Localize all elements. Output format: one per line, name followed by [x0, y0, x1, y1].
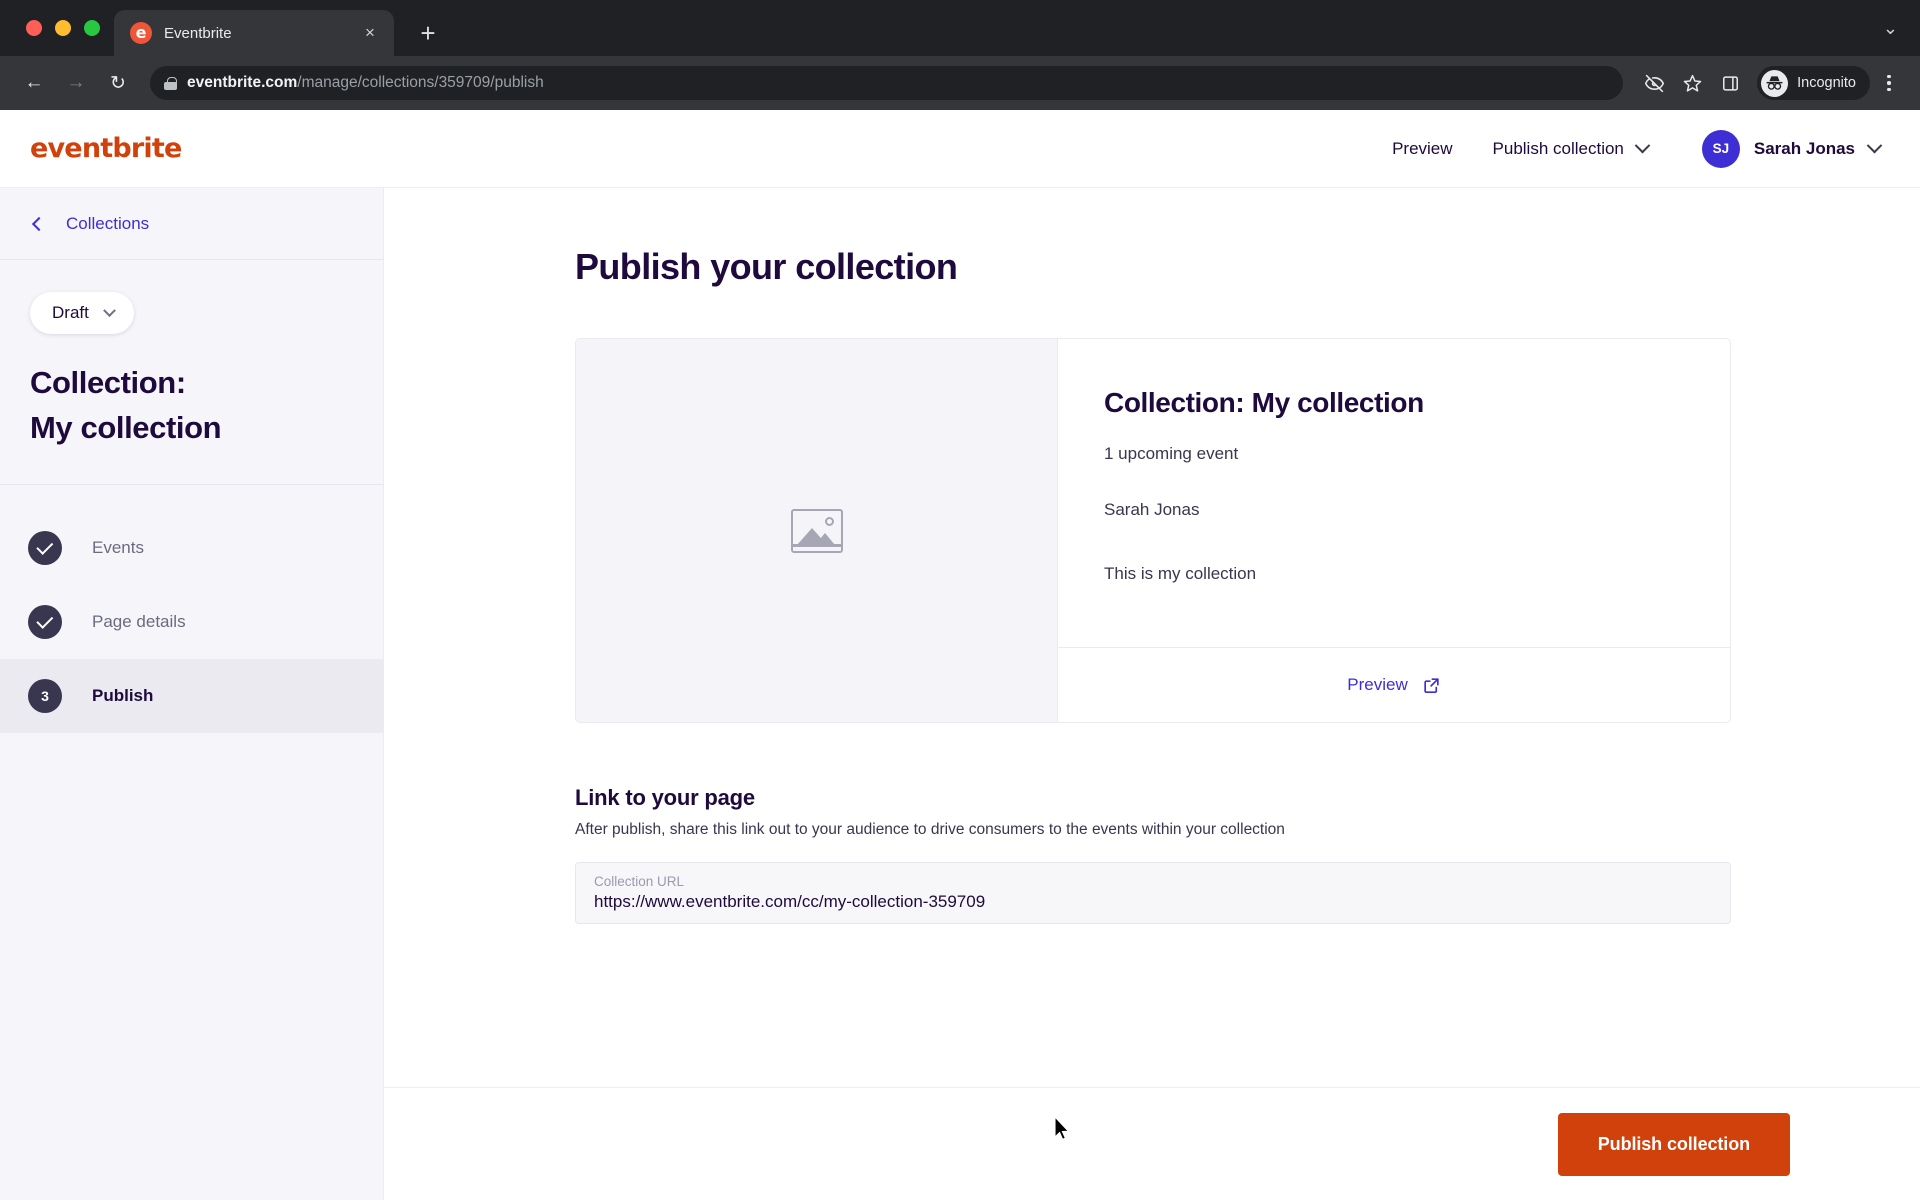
incognito-label: Incognito	[1797, 75, 1856, 91]
link-section-heading: Link to your page	[575, 785, 755, 810]
eventbrite-favicon-icon: e	[130, 22, 152, 44]
step-complete-icon	[28, 531, 62, 566]
sidebar-item-label: Page details	[92, 612, 186, 632]
publish-collection-dropdown-label: Publish collection	[1492, 138, 1624, 158]
footer-action-bar: Publish collection	[384, 1087, 1920, 1200]
maximize-window-button[interactable]	[84, 20, 100, 36]
sidebar-item-events[interactable]: Events	[0, 511, 383, 585]
collection-url-field[interactable]: Collection URL https://www.eventbrite.co…	[575, 862, 1731, 924]
address-bar[interactable]: eventbrite.com/manage/collections/359709…	[150, 66, 1624, 100]
close-icon[interactable]: ×	[358, 21, 382, 45]
tab-title: Eventbrite	[164, 24, 232, 42]
external-link-icon[interactable]	[1422, 676, 1441, 695]
user-name: Sarah Jonas	[1753, 138, 1855, 158]
collection-title: Collection: My collection	[30, 361, 353, 450]
sidebar-back-link[interactable]: Collections	[0, 188, 383, 260]
lock-icon	[164, 76, 177, 90]
tab-strip: e Eventbrite × + ⌄	[0, 0, 1920, 56]
window-controls	[18, 0, 114, 56]
back-icon[interactable]: ←	[16, 65, 52, 101]
sidebar-info: Draft Collection: My collection	[0, 260, 383, 486]
step-number-badge: 3	[28, 679, 62, 714]
sidebar-item-label: Publish	[92, 686, 154, 706]
chevron-down-icon	[1634, 137, 1651, 154]
link-to-page-section: Link to your page After publish, share t…	[575, 785, 1731, 924]
sidebar-steps: Events Page details 3 Publish	[0, 485, 383, 734]
sidebar: Collections Draft Collection: My collect…	[0, 188, 384, 1200]
side-panel-icon[interactable]	[1713, 66, 1747, 100]
sidebar-back-label: Collections	[66, 213, 150, 233]
url-domain: eventbrite.com	[187, 74, 298, 91]
page-title: Publish your collection	[575, 246, 958, 287]
user-menu[interactable]: SJ Sarah Jonas	[1692, 122, 1894, 176]
tabstrip-right: ⌄	[1883, 0, 1920, 56]
browser-chrome: e Eventbrite × + ⌄ ← → ↻ eventbrite.com/…	[0, 0, 1920, 110]
close-window-button[interactable]	[26, 20, 42, 36]
browser-tab[interactable]: e Eventbrite ×	[114, 10, 394, 56]
header-actions: Preview Publish collection SJ Sarah Jona…	[1370, 122, 1894, 176]
sidebar-item-page-details[interactable]: Page details	[0, 585, 383, 659]
status-badge[interactable]: Draft	[30, 292, 134, 334]
status-badge-label: Draft	[52, 303, 89, 322]
eye-off-icon[interactable]	[1637, 66, 1671, 100]
collection-title-line2: My collection	[30, 409, 222, 445]
chevron-down-icon	[1866, 137, 1883, 154]
collection-card-owner: Sarah Jonas	[1104, 500, 1200, 519]
app-body: Collections Draft Collection: My collect…	[0, 188, 1920, 1200]
main-scroll-area: Publish your collection Collection: My c…	[384, 188, 1920, 1087]
avatar: SJ	[1701, 129, 1740, 168]
sidebar-item-label: Events	[92, 538, 144, 558]
minimize-window-button[interactable]	[55, 20, 71, 36]
collection-image-panel[interactable]	[576, 339, 1058, 722]
collection-card-footer: Preview	[1058, 647, 1730, 722]
browser-toolbar: ← → ↻ eventbrite.com/manage/collections/…	[0, 56, 1920, 110]
incognito-icon	[1761, 69, 1789, 97]
eventbrite-app: eventbrite Preview Publish collection SJ…	[0, 110, 1920, 1200]
new-tab-button[interactable]: +	[410, 15, 446, 51]
collection-card-content: Collection: My collection 1 upcoming eve…	[1058, 339, 1730, 647]
collection-card-description: This is my collection	[1104, 564, 1257, 583]
reload-icon[interactable]: ↻	[100, 65, 136, 101]
url-path: /manage/collections/359709/publish	[297, 74, 544, 91]
collection-card-event-count: 1 upcoming event	[1104, 444, 1239, 463]
header-preview-button[interactable]: Preview	[1370, 129, 1474, 169]
forward-icon[interactable]: →	[58, 65, 94, 101]
eventbrite-logo[interactable]: eventbrite	[30, 133, 182, 164]
url-text: eventbrite.com/manage/collections/359709…	[187, 74, 544, 92]
star-icon[interactable]	[1675, 66, 1709, 100]
collection-card-body: Collection: My collection 1 upcoming eve…	[1058, 339, 1730, 722]
chevron-down-icon[interactable]: ⌄	[1883, 18, 1898, 39]
collection-url-value: https://www.eventbrite.com/cc/my-collect…	[594, 892, 986, 911]
publish-collection-button[interactable]: Publish collection	[1557, 1112, 1790, 1176]
collection-url-label: Collection URL	[594, 874, 685, 889]
publish-collection-dropdown[interactable]: Publish collection	[1475, 129, 1666, 169]
collection-preview-card: Collection: My collection 1 upcoming eve…	[575, 338, 1731, 723]
image-placeholder-icon	[790, 508, 843, 553]
main-content: Publish your collection Collection: My c…	[384, 188, 1920, 1200]
chevron-down-icon	[102, 303, 116, 317]
step-complete-icon	[28, 605, 62, 640]
incognito-indicator[interactable]: Incognito	[1757, 66, 1870, 100]
kebab-menu-icon[interactable]	[1874, 74, 1904, 92]
chevron-left-icon	[31, 216, 47, 231]
card-preview-link[interactable]: Preview	[1347, 675, 1407, 695]
sidebar-item-publish[interactable]: 3 Publish	[0, 659, 383, 734]
collection-title-line1: Collection:	[30, 365, 186, 400]
collection-card-title: Collection: My collection	[1104, 387, 1424, 418]
toolbar-icons: Incognito	[1637, 66, 1904, 100]
app-header: eventbrite Preview Publish collection SJ…	[0, 110, 1920, 188]
link-section-description: After publish, share this link out to yo…	[575, 821, 1285, 838]
